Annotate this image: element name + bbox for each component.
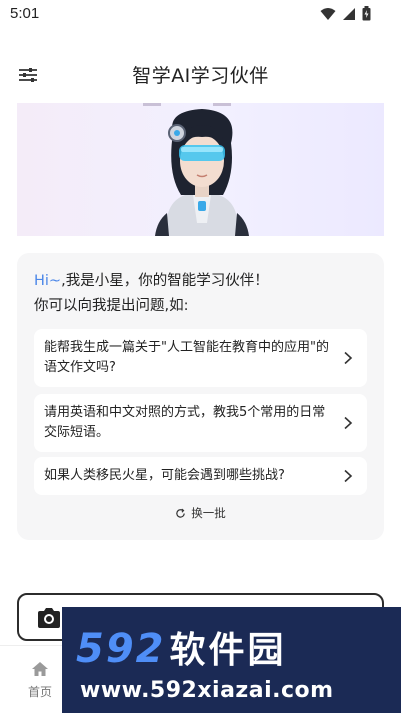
watermark-brand: 592 软件园 [76, 621, 287, 673]
chevron-right-icon [344, 416, 353, 430]
watermark-logo: 592 软件园 www.592xiazai.com [62, 607, 401, 713]
camera-icon[interactable] [36, 607, 62, 629]
robot-avatar-illustration [143, 103, 249, 236]
suggestion-item[interactable]: 能帮我生成一篇关于"人工智能在教育中的应用"的语文作文吗? [34, 329, 367, 387]
page-title: 智学AI学习伙伴 [132, 65, 269, 87]
suggestion-item[interactable]: 请用英语和中文对照的方式，教我5个常用的日常交际短语。 [34, 394, 367, 452]
app-header: 智学AI学习伙伴 [0, 55, 401, 95]
suggestion-item[interactable]: 如果人类移民火星，可能会遇到哪些挑战? [34, 457, 367, 495]
chevron-right-icon [344, 469, 353, 483]
greeting-subtext: 你可以向我提出问题,如: [34, 298, 189, 314]
refresh-label: 换一批 [191, 506, 226, 520]
watermark-chinese: 软件园 [169, 630, 287, 671]
home-icon [32, 662, 48, 676]
watermark-url: www.592xiazai.com [80, 678, 334, 703]
status-icons [320, 6, 371, 21]
nav-home-label: 首页 [27, 685, 52, 699]
refresh-icon [176, 508, 186, 518]
greeting-rest: ,我是小星，你的智能学习伙伴！ [61, 273, 269, 289]
greeting-hi: Hi~ [34, 273, 62, 289]
watermark-number: 592 [76, 626, 166, 672]
suggestion-text: 如果人类移民火星，可能会遇到哪些挑战? [44, 468, 285, 483]
battery-icon [362, 6, 371, 21]
chevron-right-icon [344, 351, 353, 365]
hero-illustration [17, 103, 384, 236]
greeting-text: Hi~,我是小星，你的智能学习伙伴！ [34, 269, 269, 290]
refresh-suggestions-button[interactable]: 换一批 [17, 505, 384, 521]
welcome-card: Hi~,我是小星，你的智能学习伙伴！ 你可以向我提出问题,如: 能帮我生成一篇关… [17, 253, 384, 540]
nav-home[interactable]: 首页 [22, 661, 58, 700]
wifi-icon [320, 7, 336, 20]
status-bar: 5:01 [0, 0, 401, 28]
signal-icon [343, 7, 355, 20]
suggestion-text: 能帮我生成一篇关于"人工智能在教育中的应用"的语文作文吗? [44, 340, 329, 375]
suggestion-text: 请用英语和中文对照的方式，教我5个常用的日常交际短语。 [44, 405, 326, 440]
status-time: 5:01 [10, 5, 40, 22]
